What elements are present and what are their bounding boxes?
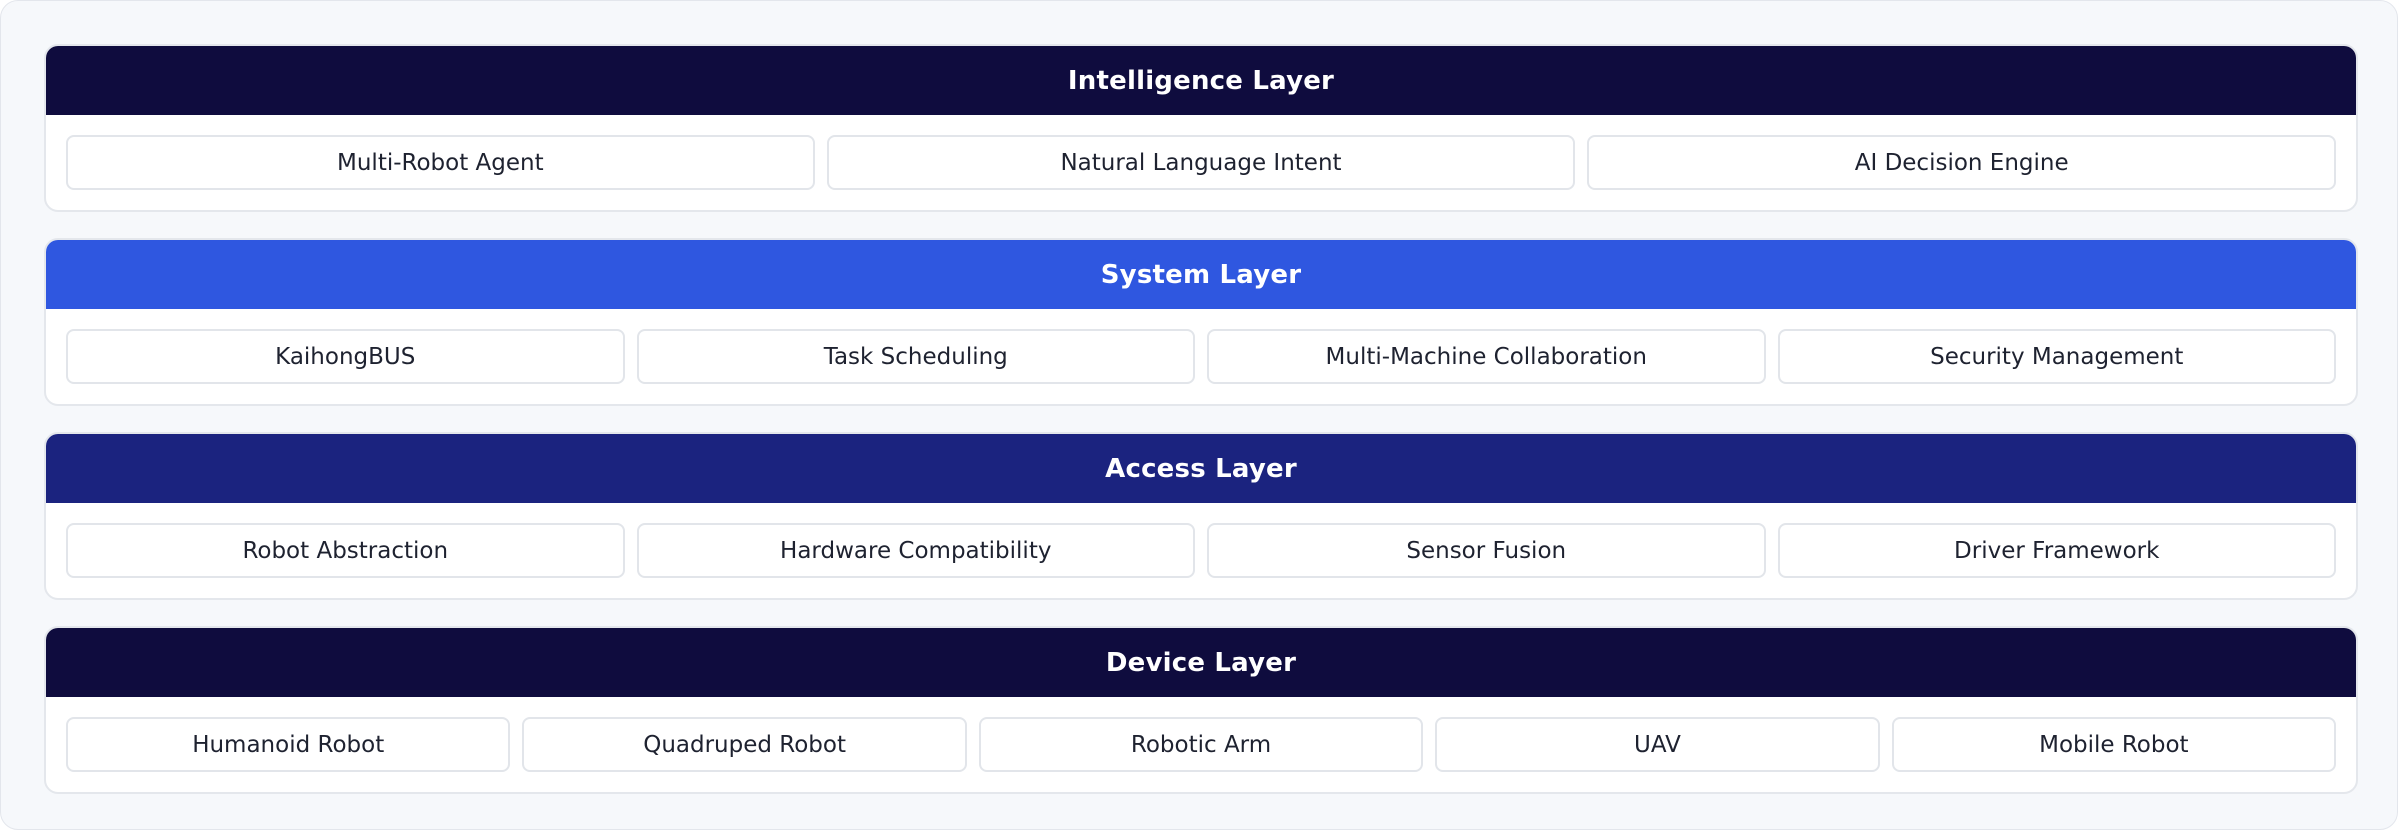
item-mobile-robot: Mobile Robot [1891, 717, 2337, 772]
layer-stack: Intelligence Layer Multi-Robot Agent Nat… [44, 44, 2358, 794]
diagram-frame: Intelligence Layer Multi-Robot Agent Nat… [0, 0, 2398, 830]
system-layer-header: System Layer [46, 240, 2356, 309]
item-natural-language-intent: Natural Language Intent [826, 135, 1576, 190]
item-kaihongbus: KaihongBUS [66, 329, 625, 384]
intelligence-layer: Intelligence Layer Multi-Robot Agent Nat… [44, 44, 2358, 212]
item-robot-abstraction: Robot Abstraction [66, 523, 625, 578]
item-driver-framework: Driver Framework [1777, 523, 2336, 578]
item-multi-robot-agent: Multi-Robot Agent [66, 135, 815, 190]
access-layer: Access Layer Robot Abstraction Hardware … [44, 432, 2358, 600]
device-layer: Device Layer Humanoid Robot Quadruped Ro… [44, 626, 2358, 794]
item-task-scheduling: Task Scheduling [636, 329, 1195, 384]
item-security-management: Security Management [1777, 329, 2336, 384]
item-ai-decision-engine: AI Decision Engine [1587, 135, 2337, 190]
item-quadruped-robot: Quadruped Robot [522, 717, 967, 772]
intelligence-layer-items: Multi-Robot Agent Natural Language Inten… [46, 115, 2356, 190]
item-humanoid-robot: Humanoid Robot [66, 717, 511, 772]
intelligence-layer-header: Intelligence Layer [46, 46, 2356, 115]
item-sensor-fusion: Sensor Fusion [1207, 523, 1766, 578]
item-robotic-arm: Robotic Arm [978, 717, 1424, 772]
system-layer-items: KaihongBUS Task Scheduling Multi-Machine… [46, 309, 2356, 384]
item-hardware-compatibility: Hardware Compatibility [636, 523, 1195, 578]
system-layer: System Layer KaihongBUS Task Scheduling … [44, 238, 2358, 406]
device-layer-items: Humanoid Robot Quadruped Robot Robotic A… [46, 697, 2356, 772]
item-uav: UAV [1435, 717, 1880, 772]
access-layer-items: Robot Abstraction Hardware Compatibility… [46, 503, 2356, 578]
device-layer-header: Device Layer [46, 628, 2356, 697]
access-layer-header: Access Layer [46, 434, 2356, 503]
item-multi-machine-collaboration: Multi-Machine Collaboration [1207, 329, 1766, 384]
